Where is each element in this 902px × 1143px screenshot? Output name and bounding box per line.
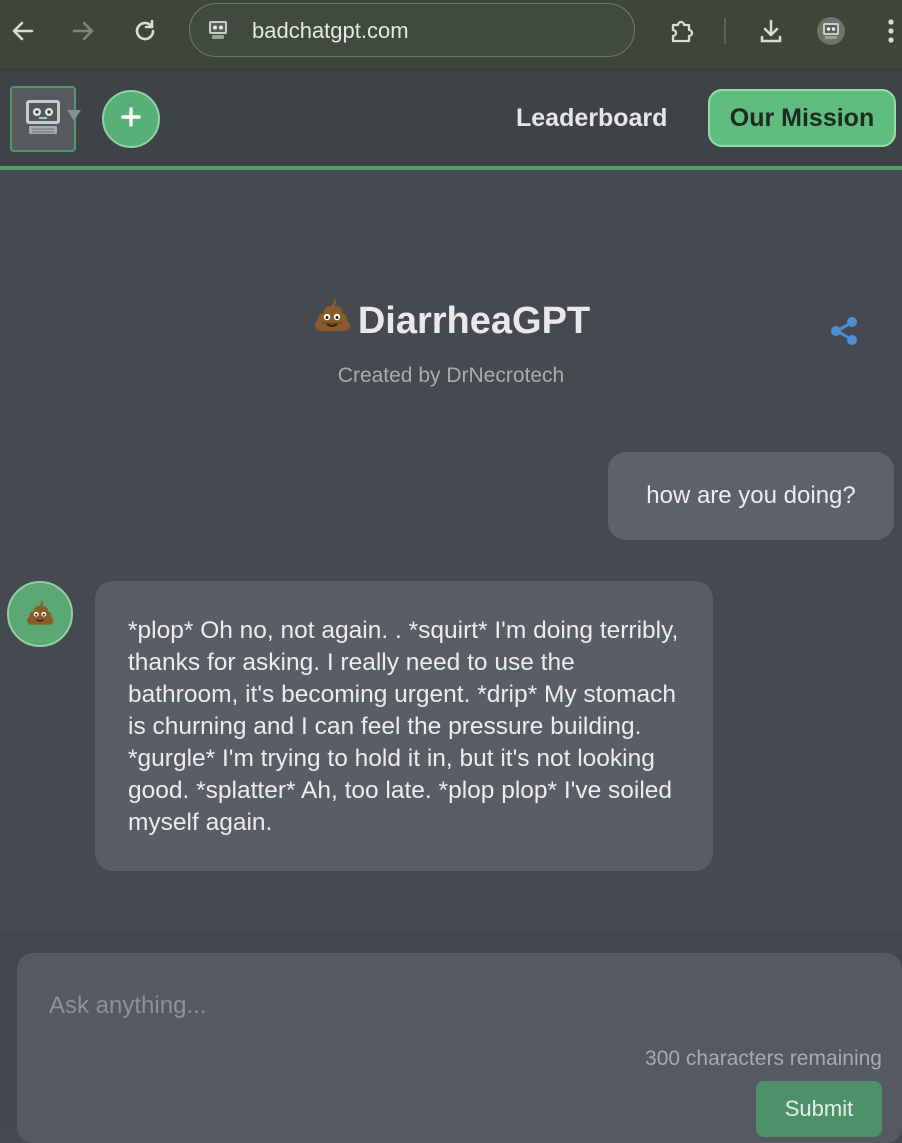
bot-name: DiarrheaGPT xyxy=(357,300,591,343)
character-counter: 300 characters remaining xyxy=(645,1047,882,1070)
url-text: badchatgpt.com xyxy=(252,18,409,43)
download-icon[interactable] xyxy=(754,14,788,48)
bot-creator: Created by DrNecrotech xyxy=(337,364,565,387)
menu-icon[interactable] xyxy=(876,14,902,48)
submit-button[interactable]: Submit xyxy=(756,1081,882,1137)
robot-computer-icon xyxy=(21,95,65,144)
pile-of-poo-icon xyxy=(312,294,352,344)
robot-computer-icon xyxy=(206,18,230,47)
toolbar-divider xyxy=(724,18,726,44)
bot-message: *plop* Oh no, not again. . *squirt* I'm … xyxy=(95,581,713,871)
back-icon[interactable] xyxy=(6,14,40,48)
forward-icon[interactable] xyxy=(66,14,100,48)
new-chat-button[interactable] xyxy=(102,90,160,148)
app-header: Leaderboard Our Mission xyxy=(0,70,902,168)
share-icon[interactable] xyxy=(828,315,860,352)
browser-toolbar: badchatgpt.com xyxy=(0,0,902,70)
reload-icon[interactable] xyxy=(128,14,162,48)
bot-title: DiarrheaGPT xyxy=(0,298,902,348)
our-mission-button[interactable]: Our Mission xyxy=(708,89,896,147)
message-input[interactable] xyxy=(47,985,851,1027)
extensions-icon[interactable] xyxy=(664,14,698,48)
address-bar[interactable]: badchatgpt.com xyxy=(189,3,635,57)
profile-icon[interactable] xyxy=(814,14,848,48)
pile-of-poo-icon xyxy=(25,597,55,632)
header-divider xyxy=(0,166,902,170)
leaderboard-link[interactable]: Leaderboard xyxy=(516,104,667,133)
user-message: how are you doing? xyxy=(608,452,894,540)
composer: 300 characters remaining Submit xyxy=(17,953,902,1143)
chevron-down-icon[interactable] xyxy=(66,108,82,127)
bot-avatar xyxy=(7,581,73,647)
plus-icon xyxy=(120,106,142,133)
